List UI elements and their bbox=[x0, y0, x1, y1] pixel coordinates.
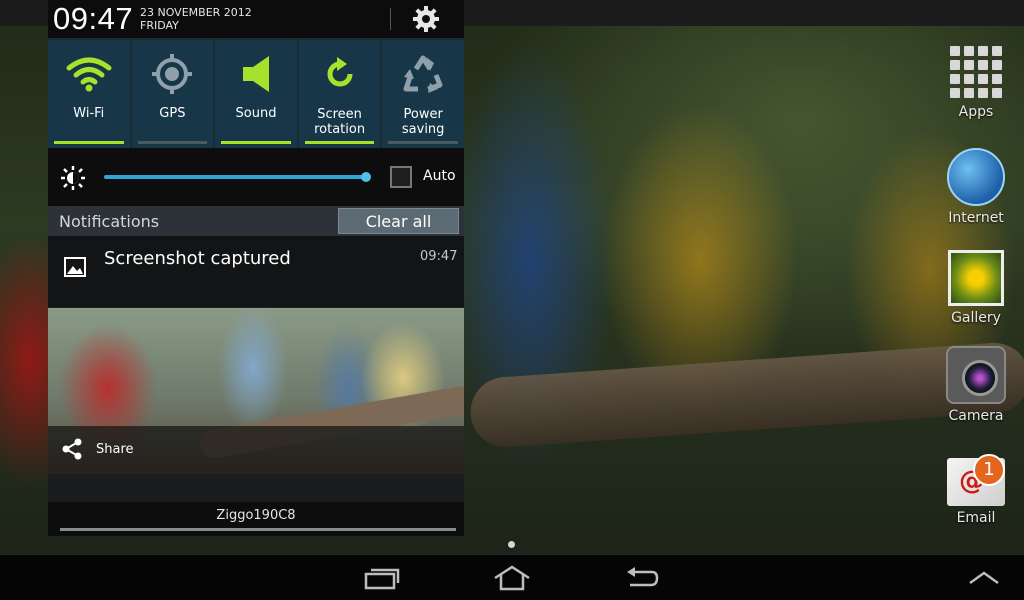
home-shortcut-label: Email bbox=[956, 510, 996, 526]
navigation-bar bbox=[0, 554, 1024, 600]
gallery-icon bbox=[948, 250, 1004, 306]
carrier-row: Ziggo190C8 bbox=[48, 502, 464, 536]
home-shortcut-email[interactable]: 1 Email bbox=[936, 452, 1016, 526]
notifications-header: Notifications Clear all bbox=[48, 206, 464, 236]
image-icon bbox=[64, 257, 86, 281]
home-shortcut-internet[interactable]: Internet bbox=[936, 148, 1016, 226]
page-indicator bbox=[508, 541, 515, 548]
globe-icon bbox=[947, 148, 1005, 206]
toggle-label: Wi-Fi bbox=[73, 106, 105, 121]
quick-settings-toggles: Wi-Fi GPS Sound Screen rotation Power sa… bbox=[48, 38, 464, 148]
auto-brightness-label: Auto bbox=[423, 168, 456, 184]
screenshot-preview[interactable]: Share bbox=[48, 308, 464, 474]
clock: 09:47 bbox=[53, 1, 134, 36]
toggle-state-bar bbox=[137, 141, 208, 144]
recycle-icon bbox=[382, 40, 464, 108]
panel-status-row: 09:47 23 NOVEMBER 2012 FRIDAY bbox=[48, 0, 464, 38]
notification-panel: 09:47 23 NOVEMBER 2012 FRIDAY Wi-Fi GPS … bbox=[48, 0, 464, 536]
toggle-label-line: Power bbox=[403, 107, 443, 122]
notification-time: 09:47 bbox=[420, 249, 458, 264]
share-label: Share bbox=[96, 442, 134, 457]
home-button[interactable] bbox=[482, 561, 542, 595]
share-icon bbox=[61, 438, 83, 464]
panel-drag-handle[interactable] bbox=[60, 528, 456, 531]
home-shortcut-label: Internet bbox=[948, 210, 1004, 226]
expand-button[interactable] bbox=[954, 561, 1014, 595]
toggle-sound[interactable]: Sound bbox=[215, 40, 297, 148]
toggle-state-bar bbox=[54, 141, 124, 144]
home-shortcut-label: Camera bbox=[948, 408, 1004, 424]
home-shortcut-camera[interactable]: Camera bbox=[936, 346, 1016, 424]
panel-spacer bbox=[48, 474, 464, 502]
home-shortcut-gallery[interactable]: Gallery bbox=[936, 250, 1016, 326]
divider bbox=[390, 8, 391, 30]
recent-apps-icon bbox=[364, 568, 400, 590]
notification-title: Screenshot captured bbox=[104, 248, 291, 269]
brightness-icon bbox=[61, 166, 85, 194]
sound-icon bbox=[215, 40, 297, 108]
rotation-icon bbox=[299, 40, 381, 108]
back-button[interactable] bbox=[612, 561, 672, 595]
gear-icon[interactable] bbox=[412, 5, 440, 37]
home-icon bbox=[494, 565, 530, 591]
toggle-gps[interactable]: GPS bbox=[131, 40, 214, 148]
brightness-slider[interactable] bbox=[104, 175, 366, 179]
home-shortcut-label: Apps bbox=[958, 104, 994, 120]
home-shortcut-label: Gallery bbox=[951, 310, 1001, 326]
toggle-wifi[interactable]: Wi-Fi bbox=[48, 40, 130, 148]
toggle-state-bar bbox=[304, 141, 375, 144]
apps-grid-icon bbox=[948, 44, 1004, 100]
toggle-label-line: saving bbox=[401, 122, 445, 137]
camera-icon bbox=[946, 346, 1006, 404]
email-icon: 1 bbox=[947, 454, 1005, 506]
toggle-label: Sound bbox=[235, 106, 277, 121]
brightness-row: Auto bbox=[48, 148, 464, 206]
toggle-state-bar bbox=[221, 141, 291, 144]
toggle-label-line: rotation bbox=[314, 122, 366, 137]
clear-all-button[interactable]: Clear all bbox=[338, 208, 459, 234]
carrier-name: Ziggo190C8 bbox=[216, 508, 296, 523]
brightness-slider-thumb[interactable] bbox=[361, 172, 371, 182]
recent-apps-button[interactable] bbox=[352, 561, 412, 595]
toggle-label: GPS bbox=[159, 106, 186, 121]
home-shortcut-apps[interactable]: Apps bbox=[936, 44, 1016, 120]
unread-badge: 1 bbox=[973, 454, 1005, 486]
toggle-screen-rotation[interactable]: Screen rotation bbox=[298, 40, 381, 148]
back-icon bbox=[627, 567, 659, 587]
toggle-power-saving[interactable]: Power saving bbox=[382, 40, 464, 148]
notifications-title: Notifications bbox=[59, 212, 160, 231]
toggle-label-line: Screen bbox=[317, 107, 362, 122]
toggle-label: Screen rotation bbox=[299, 107, 381, 137]
share-action[interactable]: Share bbox=[48, 426, 464, 474]
date-text: 23 NOVEMBER 2012 bbox=[140, 6, 252, 19]
toggle-state-bar bbox=[388, 141, 458, 144]
date-display: 23 NOVEMBER 2012 FRIDAY bbox=[140, 6, 252, 32]
day-text: FRIDAY bbox=[140, 19, 179, 32]
chevron-up-icon bbox=[969, 571, 999, 585]
wifi-icon bbox=[48, 40, 130, 108]
auto-brightness-checkbox[interactable] bbox=[390, 166, 412, 188]
toggle-label: Power saving bbox=[382, 107, 464, 137]
gps-icon bbox=[132, 40, 214, 108]
notification-item[interactable]: Screenshot captured 09:47 bbox=[48, 236, 464, 308]
